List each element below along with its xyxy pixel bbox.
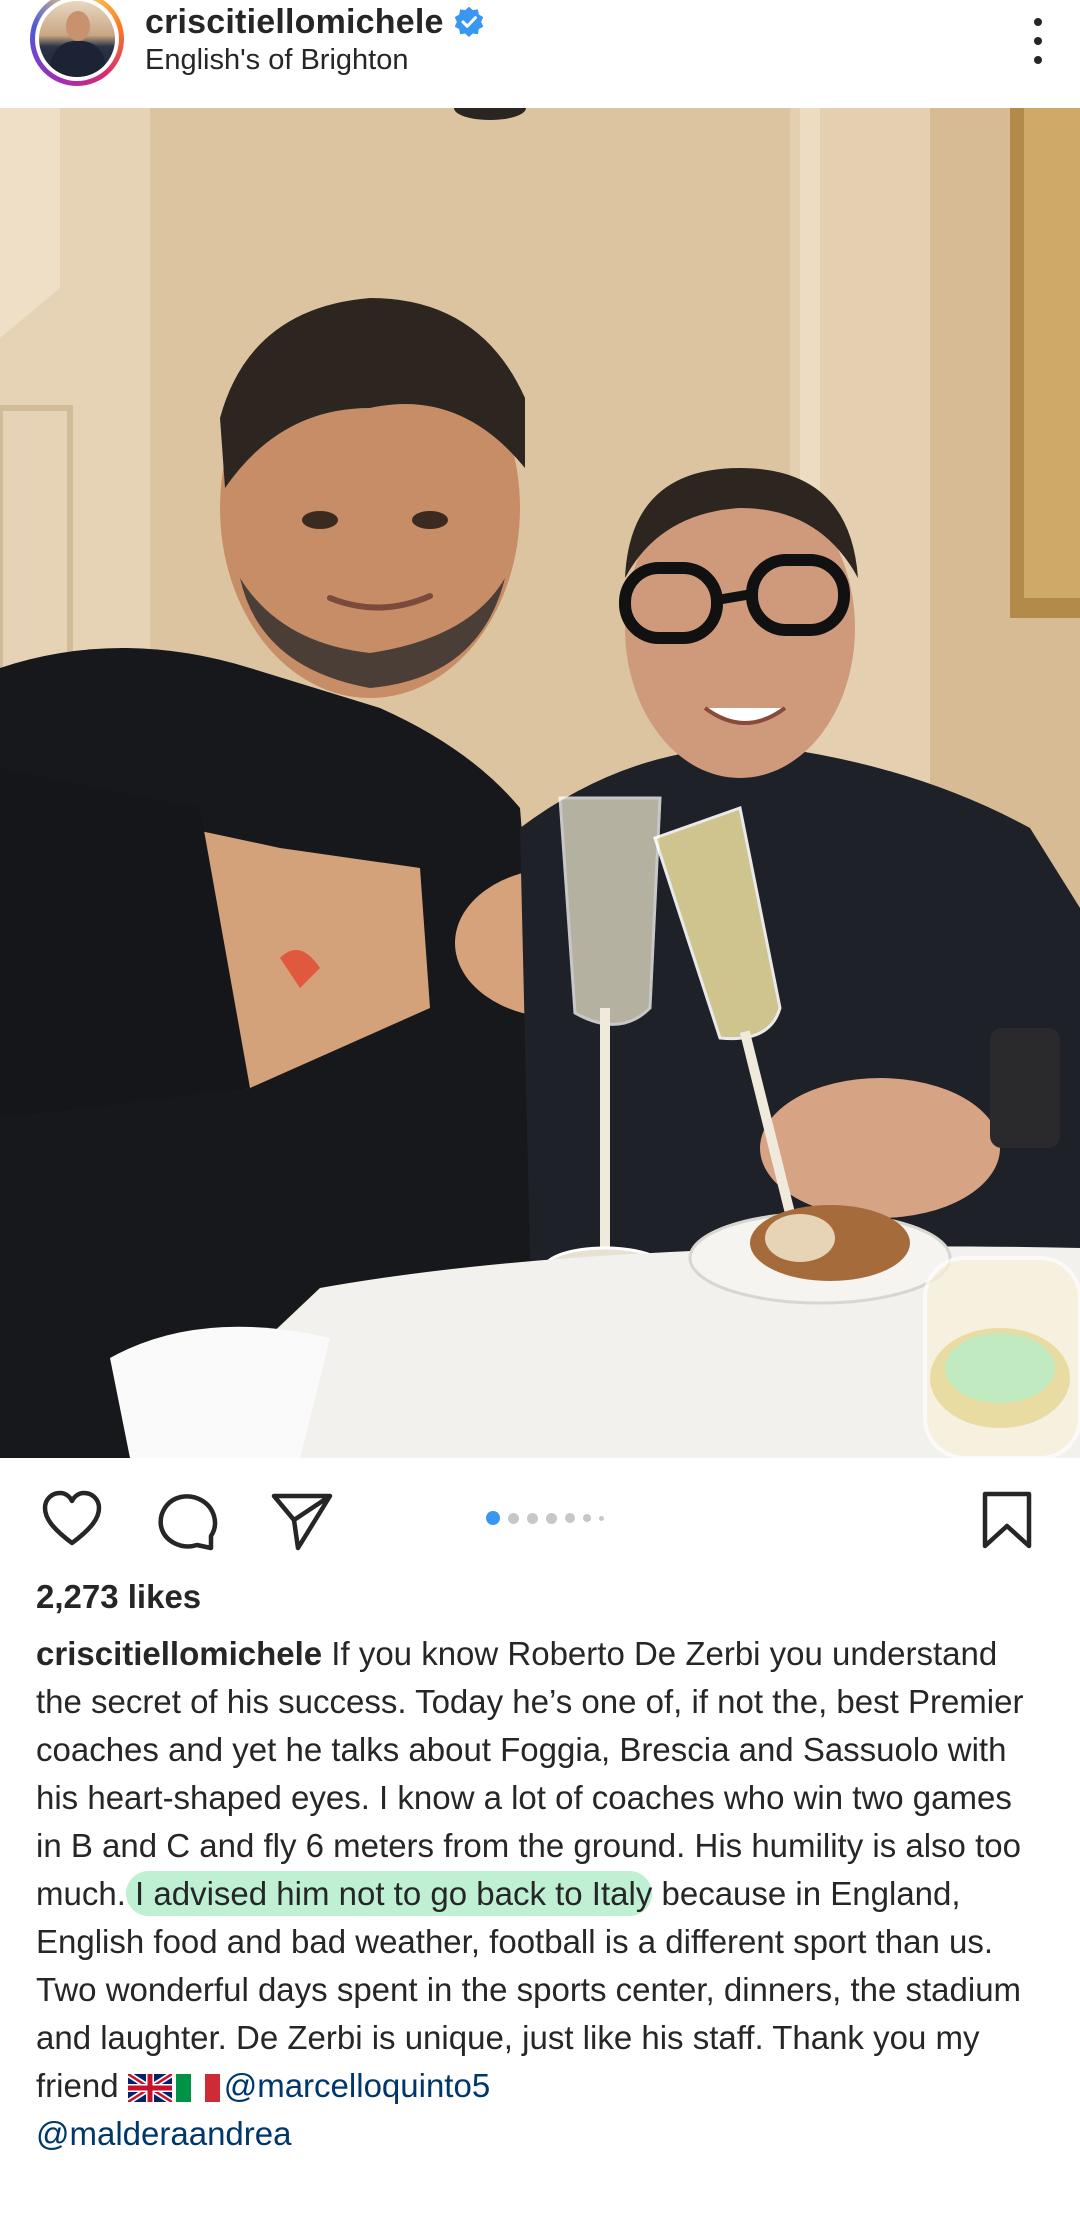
carousel-dot bbox=[546, 1512, 557, 1524]
post-location[interactable]: English's of Brighton bbox=[145, 44, 408, 77]
heart-icon[interactable] bbox=[40, 1488, 104, 1552]
avatar[interactable] bbox=[30, 0, 124, 86]
post-header: criscitiellomichele English's of Brighto… bbox=[0, 0, 1080, 108]
carousel-dot bbox=[527, 1512, 538, 1524]
italy-flag-icon bbox=[175, 2074, 220, 2103]
comment-bubble-icon[interactable] bbox=[155, 1488, 219, 1552]
uk-flag-icon bbox=[127, 2074, 172, 2103]
carousel-dot-active bbox=[486, 1511, 500, 1525]
avatar-image bbox=[39, 1, 115, 77]
mention-link[interactable]: @marcelloquinto5 bbox=[224, 2067, 490, 2104]
mention-link[interactable]: @malderaandrea bbox=[36, 2115, 291, 2152]
likes-count[interactable]: 2,273 likes bbox=[36, 1578, 201, 1616]
carousel-indicator bbox=[486, 1510, 604, 1526]
paper-plane-icon[interactable] bbox=[270, 1488, 334, 1552]
carousel-dot bbox=[599, 1515, 604, 1521]
post-caption: criscitiellomichele If you know Roberto … bbox=[36, 1630, 1046, 2158]
carousel-dot bbox=[583, 1514, 591, 1522]
post-photo[interactable] bbox=[0, 108, 1080, 1458]
carousel-dot bbox=[565, 1513, 575, 1523]
username[interactable]: criscitiellomichele bbox=[145, 3, 444, 42]
more-options-icon[interactable] bbox=[1026, 18, 1050, 64]
carousel-dot bbox=[508, 1512, 519, 1524]
verified-badge-icon bbox=[454, 6, 483, 37]
photo-illustration bbox=[0, 108, 1080, 1458]
bookmark-icon[interactable] bbox=[975, 1488, 1039, 1552]
instagram-post: criscitiellomichele English's of Brighto… bbox=[0, 0, 1080, 2217]
caption-highlight: I advised him not to go back to Italy bbox=[125, 1871, 653, 1916]
caption-author[interactable]: criscitiellomichele bbox=[36, 1635, 322, 1672]
